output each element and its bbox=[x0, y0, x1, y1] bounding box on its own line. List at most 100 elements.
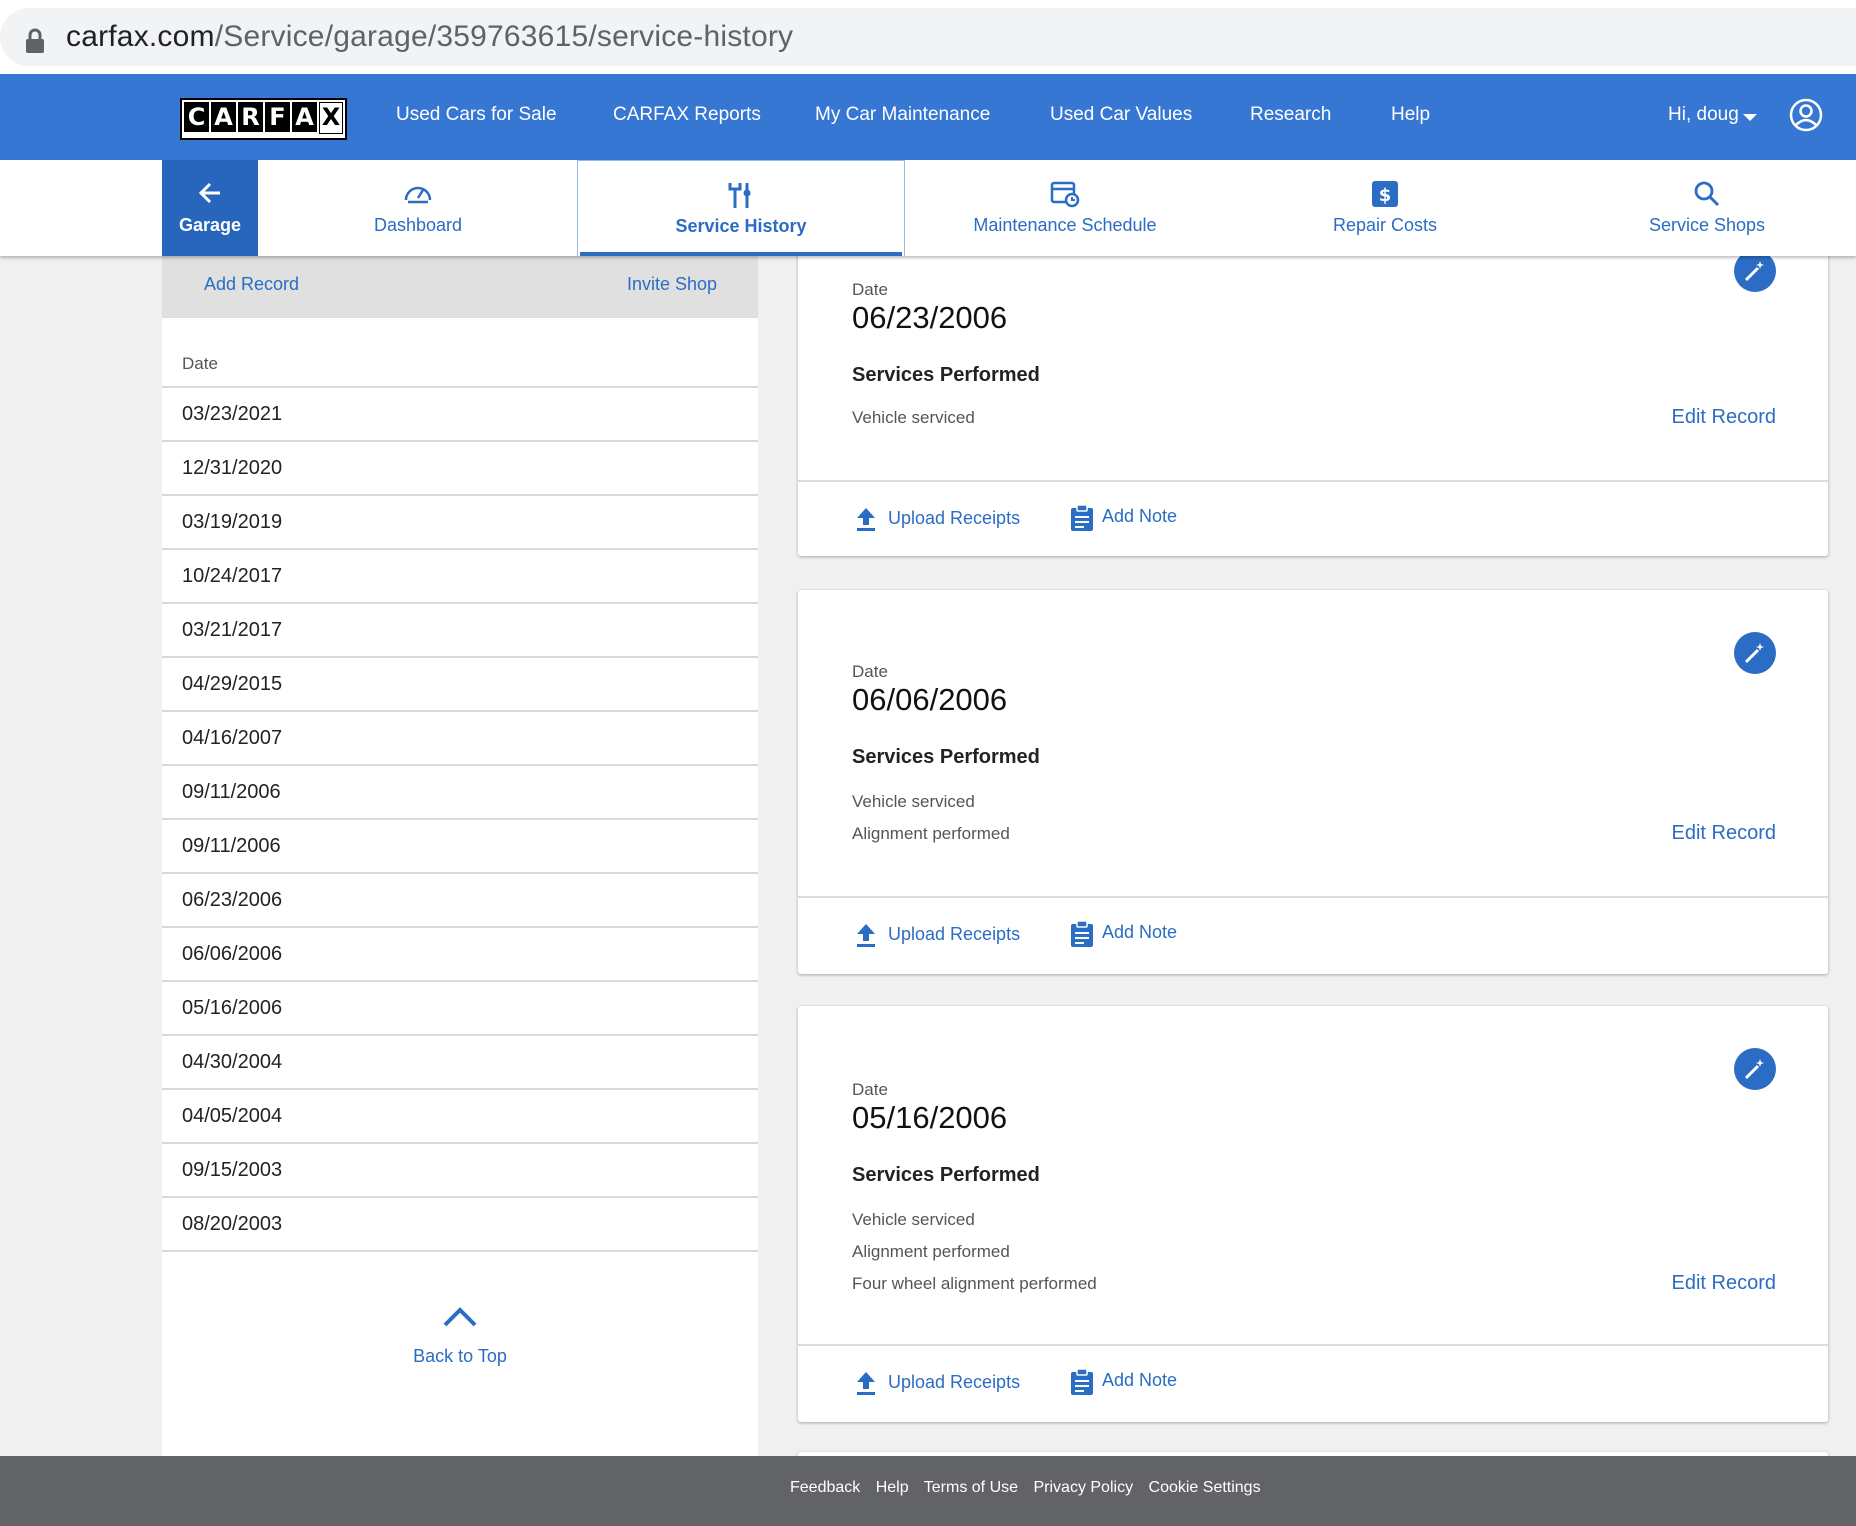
service-record-card: Date 06/23/2006 Services Performed Vehic… bbox=[798, 232, 1828, 556]
clipboard-icon bbox=[1071, 920, 1093, 947]
date-list-item[interactable]: 05/16/2006 bbox=[162, 980, 758, 1034]
user-menu[interactable]: Hi, doug bbox=[1668, 104, 1739, 126]
lock-icon bbox=[26, 28, 44, 53]
dollar-icon: $ bbox=[1372, 181, 1398, 207]
record-date-label: Date bbox=[852, 662, 888, 681]
date-list-item[interactable]: 03/23/2021 bbox=[162, 386, 758, 440]
magic-wand-icon[interactable] bbox=[1734, 1048, 1776, 1090]
upload-receipts-label: Upload Receipts bbox=[888, 924, 1021, 944]
service-item: Four wheel alignment performed bbox=[852, 1274, 1097, 1293]
footer-link-terms[interactable]: Terms of Use bbox=[924, 1479, 1018, 1496]
top-navigation: C A R F A X Used Cars for Sale CARFAX Re… bbox=[0, 74, 1856, 160]
panel-actions-bar: Add Record Invite Shop bbox=[162, 256, 758, 318]
nav-used-car-values[interactable]: Used Car Values bbox=[1050, 104, 1192, 126]
address-field[interactable]: carfax.com/Service/garage/359763615/serv… bbox=[0, 8, 1856, 66]
edit-record-link[interactable]: Edit Record bbox=[1672, 1272, 1777, 1295]
nav-used-cars[interactable]: Used Cars for Sale bbox=[396, 104, 557, 126]
add-note-label: Add Note bbox=[1102, 506, 1178, 526]
magic-wand-icon[interactable] bbox=[1734, 250, 1776, 292]
logo-letter: X bbox=[319, 102, 343, 134]
arrow-left-icon bbox=[198, 182, 220, 204]
footer-link-cookie-settings[interactable]: Cookie Settings bbox=[1149, 1479, 1261, 1496]
page-footer: Feedback Help Terms of Use Privacy Polic… bbox=[0, 1456, 1856, 1526]
date-list-item[interactable]: 08/20/2003 bbox=[162, 1196, 758, 1252]
svg-text:$: $ bbox=[1379, 185, 1392, 206]
date-list-item[interactable]: 09/11/2006 bbox=[162, 818, 758, 872]
services-performed-header: Services Performed bbox=[852, 746, 1040, 768]
footer-links: Feedback Help Terms of Use Privacy Polic… bbox=[790, 1479, 1272, 1497]
date-list-item[interactable]: 06/06/2006 bbox=[162, 926, 758, 980]
tab-label: Dashboard bbox=[373, 215, 463, 235]
upload-icon bbox=[857, 924, 875, 947]
service-item: Vehicle serviced bbox=[852, 408, 975, 427]
footer-link-help[interactable]: Help bbox=[876, 1479, 909, 1496]
footer-link-feedback[interactable]: Feedback bbox=[790, 1479, 860, 1496]
add-record-link[interactable]: Add Record bbox=[204, 274, 299, 295]
edit-record-link[interactable]: Edit Record bbox=[1672, 406, 1777, 429]
record-date: 06/06/2006 bbox=[852, 682, 1008, 717]
date-list-item[interactable]: 04/05/2004 bbox=[162, 1088, 758, 1142]
record-date-label: Date bbox=[852, 1080, 888, 1099]
nav-research[interactable]: Research bbox=[1250, 104, 1331, 126]
tab-maintenance-schedule[interactable]: Maintenance Schedule bbox=[905, 160, 1225, 256]
logo-letter: C bbox=[184, 102, 209, 132]
date-list-item[interactable]: 03/19/2019 bbox=[162, 494, 758, 548]
wand-glyph-icon bbox=[1744, 643, 1764, 664]
back-to-top-button[interactable]: Back to Top bbox=[162, 1306, 758, 1367]
upload-receipts-label: Upload Receipts bbox=[888, 508, 1021, 528]
service-item: Vehicle serviced bbox=[852, 792, 975, 811]
date-list-item[interactable]: 04/16/2007 bbox=[162, 710, 758, 764]
date-list-item[interactable]: 04/29/2015 bbox=[162, 656, 758, 710]
date-list-item[interactable]: 12/31/2020 bbox=[162, 440, 758, 494]
url-path: /Service/garage/359763615/service-histor… bbox=[214, 20, 794, 53]
footer-link-privacy[interactable]: Privacy Policy bbox=[1033, 1479, 1133, 1496]
garage-back-button[interactable]: Garage bbox=[162, 160, 258, 256]
service-record-card: Date 06/06/2006 Services Performed Vehic… bbox=[798, 590, 1828, 974]
nav-help[interactable]: Help bbox=[1391, 104, 1430, 126]
nav-my-car-maintenance[interactable]: My Car Maintenance bbox=[815, 104, 990, 126]
chevron-up-icon bbox=[443, 1307, 477, 1327]
upload-receipts-label: Upload Receipts bbox=[888, 1372, 1021, 1392]
service-record-card: Date 05/16/2006 Services Performed Vehic… bbox=[798, 1006, 1828, 1422]
tab-repair-costs[interactable]: $ Repair Costs bbox=[1225, 160, 1545, 256]
garage-label: Garage bbox=[178, 215, 242, 235]
date-list-item[interactable]: 09/15/2003 bbox=[162, 1142, 758, 1196]
tab-service-shops[interactable]: Service Shops bbox=[1547, 160, 1856, 256]
back-to-top-label: Back to Top bbox=[413, 1346, 507, 1366]
logo-letter: R bbox=[238, 102, 263, 132]
magic-wand-icon[interactable] bbox=[1734, 632, 1776, 674]
date-list-item[interactable]: 10/24/2017 bbox=[162, 548, 758, 602]
tab-service-history[interactable]: Service History bbox=[577, 160, 905, 256]
browser-url-bar: carfax.com/Service/garage/359763615/serv… bbox=[0, 0, 1856, 74]
logo-letter: A bbox=[211, 102, 236, 132]
record-date-panel: Add Record Invite Shop Date 03/23/2021 1… bbox=[162, 256, 758, 1456]
calendar-clock-icon bbox=[1050, 181, 1080, 208]
url-host: carfax.com bbox=[66, 20, 215, 53]
service-item: Alignment performed bbox=[852, 824, 1010, 843]
service-item: Vehicle serviced bbox=[852, 1210, 975, 1229]
date-list-item[interactable]: 09/11/2006 bbox=[162, 764, 758, 818]
active-tab-indicator bbox=[580, 252, 902, 256]
carfax-logo[interactable]: C A R F A X bbox=[180, 98, 347, 140]
speedometer-icon bbox=[404, 186, 432, 204]
invite-shop-link[interactable]: Invite Shop bbox=[627, 274, 717, 295]
sub-navigation: Garage Dashboard Service History Mainten… bbox=[0, 160, 1856, 256]
tab-dashboard[interactable]: Dashboard bbox=[258, 160, 578, 256]
nav-carfax-reports[interactable]: CARFAX Reports bbox=[613, 104, 761, 126]
record-date: 06/23/2006 bbox=[852, 300, 1008, 335]
tab-label: Maintenance Schedule bbox=[973, 215, 1157, 235]
date-list-item[interactable]: 06/23/2006 bbox=[162, 872, 758, 926]
account-icon[interactable] bbox=[1789, 98, 1823, 132]
url-text[interactable]: carfax.com/Service/garage/359763615/serv… bbox=[66, 20, 793, 54]
date-list-item[interactable]: 03/21/2017 bbox=[162, 602, 758, 656]
services-performed-header: Services Performed bbox=[852, 1164, 1040, 1186]
date-column-header: Date bbox=[182, 354, 218, 373]
chevron-down-icon[interactable] bbox=[1743, 114, 1757, 121]
record-date: 05/16/2006 bbox=[852, 1100, 1008, 1135]
wand-glyph-icon bbox=[1744, 261, 1764, 282]
date-list-item[interactable]: 04/30/2004 bbox=[162, 1034, 758, 1088]
logo-letter: A bbox=[292, 102, 317, 132]
edit-record-link[interactable]: Edit Record bbox=[1672, 822, 1777, 845]
card-divider bbox=[798, 896, 1828, 898]
add-note-label: Add Note bbox=[1102, 1370, 1178, 1390]
